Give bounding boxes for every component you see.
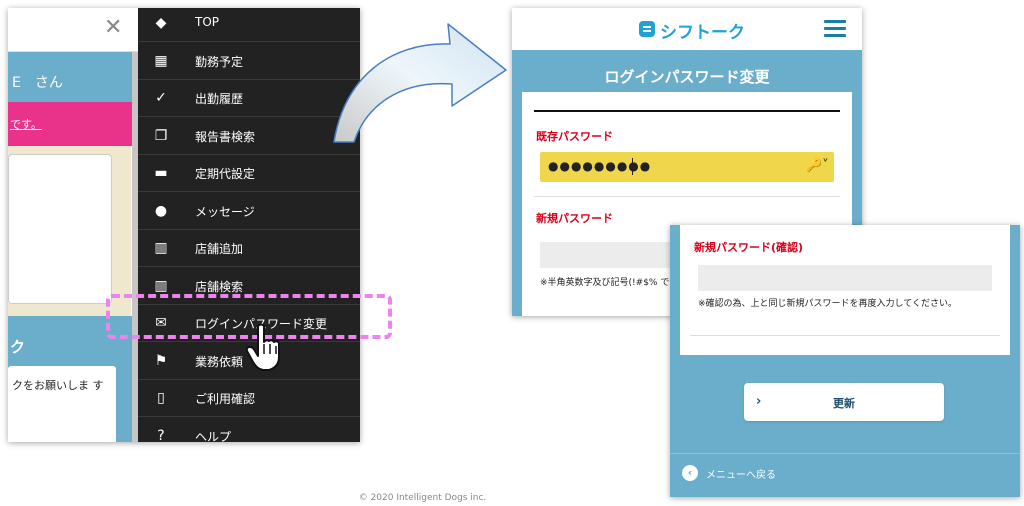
background-page: ✕ E さん です。 ク クをお願いしま す: [8, 8, 138, 442]
menu-item[interactable]: ▦ 勤務予定: [138, 43, 360, 80]
side-menu: ◆ TOP ▦ 勤務予定 ✓ 出勤履歴 ❐ 報告書検索 ▬ 定期代設定 ● メッセージ ▥ 店舗追加 ▥ 店舗…: [138, 8, 360, 442]
password-mask: ●●●●●●●●●: [548, 159, 652, 173]
menu-screenshot: ✕ E さん です。 ク クをお願いしま す ◆ TOP ▦ 勤務予定 ✓ 出勤履歴 ❐ 報告…: [8, 8, 360, 442]
key-icon[interactable]: 🔑˅: [806, 158, 829, 176]
logo-text: シフトーク: [660, 23, 745, 43]
app-logo[interactable]: シフトーク: [638, 18, 758, 43]
help-icon: ?: [157, 427, 165, 443]
copy-icon: ❐: [154, 127, 168, 144]
close-icon[interactable]: ✕: [104, 17, 124, 39]
task-card: クをお願いしま す: [8, 366, 116, 442]
flag-icon: ⚑: [154, 352, 168, 369]
check-circle-icon: ✓: [155, 90, 167, 106]
new-password-label: 新規パスワード: [536, 212, 613, 225]
content-card: [8, 154, 112, 304]
menu-item-label: メッセージ: [195, 204, 255, 219]
menu-item[interactable]: ◆ TOP: [138, 8, 360, 42]
menu-item[interactable]: ▥ 店舗追加: [138, 230, 360, 267]
calendar-icon: ▦: [154, 52, 168, 69]
notice-link[interactable]: です。: [10, 116, 42, 132]
task-card-text: クをお願いしま す: [12, 379, 104, 392]
card-icon: ▬: [154, 165, 168, 181]
menu-item[interactable]: ▬ 定期代設定: [138, 155, 360, 192]
menu-item-label: ヘルプ: [195, 429, 232, 443]
menu-item-label: 出勤履歴: [195, 92, 244, 106]
back-to-menu-link[interactable]: メニューへ戻る: [706, 466, 776, 481]
content-area: [8, 146, 131, 316]
menu-item-label: 報告書検索: [195, 129, 256, 144]
menu-item-label: 定期代設定: [195, 167, 256, 181]
page-title: ログインパスワード変更: [604, 68, 770, 86]
tag-icon: ◆: [155, 15, 167, 31]
divider: [690, 335, 1000, 336]
divider: [534, 110, 840, 112]
user-name: E さん: [12, 75, 63, 91]
menu-item-label: TOP: [195, 15, 220, 29]
menu-item-label: 勤務予定: [195, 54, 244, 69]
curved-arrow-icon: [333, 23, 507, 143]
menu-item[interactable]: ? ヘルプ: [138, 418, 360, 443]
hand-cursor-icon: [246, 323, 280, 371]
top-bar: ✕: [8, 8, 138, 52]
confirm-form-card: 新規パスワード(確認) ※確認の為、上と同じ新規パスワードを再度入力してください…: [680, 225, 1010, 355]
divider: [670, 453, 1020, 454]
logo-mark-icon: [639, 21, 655, 37]
update-button-label: 更新: [833, 397, 855, 410]
menu-item-label: 店舗追加: [195, 242, 244, 256]
current-password-input[interactable]: ●●●●●●●●● 🔑˅: [540, 152, 834, 182]
user-bar: E さん: [8, 52, 138, 104]
update-button[interactable]: › 更新: [744, 383, 944, 421]
app-header: シフトーク: [512, 8, 862, 50]
text-caret: [632, 158, 633, 175]
store-icon: ▥: [154, 240, 168, 256]
menu-item[interactable]: ✓ 出勤履歴: [138, 80, 360, 117]
current-password-label: 既存パスワード: [536, 130, 613, 143]
menu-item-label: 店舗検索: [195, 279, 244, 294]
hamburger-menu-icon[interactable]: [824, 20, 846, 38]
menu-item[interactable]: ❐ 報告書検索: [138, 118, 360, 155]
menu-item-label: 業務依頼: [195, 354, 244, 369]
menu-item[interactable]: ● メッセージ: [138, 193, 360, 230]
back-chevron-icon[interactable]: ‹: [682, 465, 698, 481]
store-icon: ▥: [154, 277, 168, 294]
section-heading: ク: [10, 338, 26, 356]
copyright: © 2020 Intelligent Dogs inc.: [358, 493, 487, 503]
password-confirm-screen: 新規パスワード(確認) ※確認の為、上と同じ新規パスワードを再度入力してください…: [670, 225, 1020, 497]
document-icon: ▯: [157, 390, 165, 406]
confirm-password-input[interactable]: [698, 265, 992, 291]
notice-banner[interactable]: です。: [8, 102, 138, 146]
confirm-password-label: 新規パスワード(確認): [694, 241, 804, 254]
menu-item-label: ご利用確認: [195, 392, 256, 406]
confirm-password-note: ※確認の為、上と同じ新規パスワードを再度入力してください。: [698, 299, 958, 309]
chat-icon: ●: [154, 202, 168, 219]
divider: [534, 196, 840, 197]
menu-item[interactable]: ▯ ご利用確認: [138, 380, 360, 417]
